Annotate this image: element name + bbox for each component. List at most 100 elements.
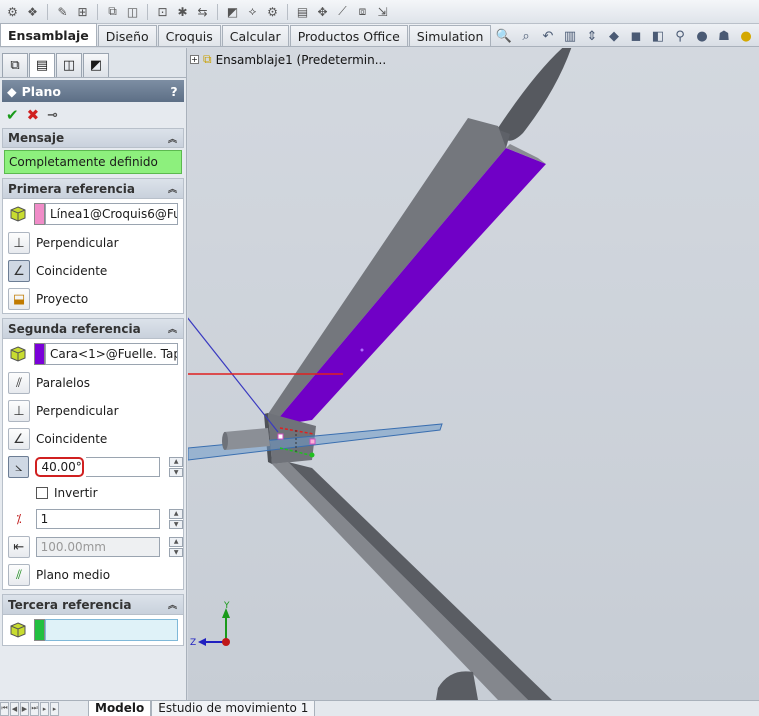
clearance-verification-icon[interactable]: ⇲ bbox=[374, 3, 391, 20]
second-reference-entity-field[interactable]: Cara<1>@Fuelle. Tapa-1 bbox=[45, 343, 178, 365]
last-tab-arrow-icon[interactable]: ⏭ bbox=[30, 701, 39, 716]
option-coincident-2[interactable]: Coincidente bbox=[36, 432, 107, 446]
first-reference-title[interactable]: Primera referencia ︽ bbox=[3, 179, 183, 199]
explode-line-sketch-icon[interactable]: ⟋ bbox=[334, 3, 351, 20]
face-marker bbox=[360, 348, 364, 352]
scroll-tab-icon[interactable]: ▸ bbox=[40, 701, 49, 716]
dynamic-annotation-icon[interactable]: ⇕ bbox=[583, 27, 601, 45]
lower-arm-side bbox=[288, 462, 552, 700]
zoom-to-area-icon[interactable]: ⌕ bbox=[517, 27, 535, 45]
rebuild-icon[interactable]: ⚙ bbox=[4, 3, 21, 20]
exploded-view-icon[interactable]: ✥ bbox=[314, 3, 331, 20]
option-project[interactable]: Proyecto bbox=[36, 292, 88, 306]
linear-pattern-icon[interactable]: ⊡ bbox=[154, 3, 171, 20]
parallel-icon[interactable]: ⫽ bbox=[8, 372, 30, 394]
pushpin-icon[interactable]: ⊸ bbox=[47, 108, 58, 123]
perpendicular-icon[interactable]: ⊥ bbox=[8, 232, 30, 254]
new-motion-study-icon[interactable]: ⚙ bbox=[264, 3, 281, 20]
offset-distance-icon[interactable]: ⇤ bbox=[8, 536, 30, 558]
options-icon[interactable]: ❖ bbox=[24, 3, 41, 20]
tab-motion-study[interactable]: Estudio de movimiento 1 bbox=[151, 700, 316, 716]
third-reference-entity-field[interactable] bbox=[45, 619, 178, 641]
collapse-chevron-icon[interactable]: ︽ bbox=[168, 132, 177, 145]
property-manager-tab[interactable]: ▤ bbox=[29, 53, 55, 77]
interference-detection-icon[interactable]: ⧈ bbox=[354, 3, 371, 20]
option-perpendicular[interactable]: Perpendicular bbox=[36, 236, 119, 250]
expand-icon[interactable]: + bbox=[190, 55, 199, 64]
first-reference-entity-field[interactable]: Línea1@Croquis6@Fuell bbox=[45, 203, 178, 225]
mate-icon[interactable]: ⧉ bbox=[104, 3, 121, 20]
next-tab-arrow-icon[interactable]: ▶ bbox=[20, 701, 29, 716]
invert-label[interactable]: Invertir bbox=[54, 486, 98, 500]
coincident-icon[interactable]: ∠ bbox=[8, 260, 30, 282]
toolbar-separator bbox=[217, 3, 218, 20]
previous-view-icon[interactable]: ↶ bbox=[539, 27, 557, 45]
option-perpendicular-2[interactable]: Perpendicular bbox=[36, 404, 119, 418]
scroll-tab-icon[interactable]: ▸ bbox=[50, 701, 59, 716]
message-group: Mensaje ︽ Completamente definido bbox=[2, 128, 184, 174]
perpendicular-icon[interactable]: ⊥ bbox=[8, 400, 30, 422]
message-group-title[interactable]: Mensaje ︽ bbox=[2, 128, 184, 148]
assembly-features-icon[interactable]: ◩ bbox=[224, 3, 241, 20]
entity-cube-icon bbox=[8, 204, 28, 224]
move-component-icon[interactable]: ⇆ bbox=[194, 3, 211, 20]
invert-checkbox[interactable] bbox=[36, 487, 48, 499]
first-tab-arrow-icon[interactable]: ⏮ bbox=[0, 701, 9, 716]
previous-tab-arrow-icon[interactable]: ◀ bbox=[10, 701, 19, 716]
apply-scene-icon[interactable]: ● bbox=[693, 27, 711, 45]
plane-count-input[interactable]: 1 bbox=[35, 509, 161, 529]
display-manager-tab[interactable]: ◩ bbox=[83, 53, 109, 77]
model-scene: Y Z bbox=[188, 48, 572, 700]
third-reference-title[interactable]: Tercera referencia ︽ bbox=[3, 595, 183, 615]
second-reference-title[interactable]: Segunda referencia ︽ bbox=[3, 319, 183, 339]
count-spinner[interactable]: ▲ ▼ bbox=[169, 509, 183, 529]
collapse-chevron-icon[interactable]: ︽ bbox=[168, 322, 177, 335]
option-parallel[interactable]: Paralelos bbox=[36, 376, 90, 390]
third-reference-group: Tercera referencia ︽ bbox=[2, 594, 184, 646]
collapse-chevron-icon[interactable]: ︽ bbox=[168, 598, 177, 611]
first-reference-group: Primera referencia ︽ Línea1@Croquis6@Fue… bbox=[2, 178, 184, 314]
bill-of-materials-icon[interactable]: ▤ bbox=[294, 3, 311, 20]
tab-productos-office[interactable]: Productos Office bbox=[289, 25, 408, 46]
edit-appearance-icon[interactable]: ⚲ bbox=[671, 27, 689, 45]
hide-show-items-icon[interactable]: ◧ bbox=[649, 27, 667, 45]
option-coincident[interactable]: Coincidente bbox=[36, 264, 107, 278]
propeller-blade bbox=[498, 48, 572, 141]
tree-root-label[interactable]: Ensamblaje1 (Predetermin... bbox=[216, 53, 387, 67]
view-orientation-icon[interactable]: ◆ bbox=[605, 27, 623, 45]
help-button[interactable]: ? bbox=[164, 84, 184, 99]
tab-simulation[interactable]: Simulation bbox=[408, 25, 492, 46]
project-icon[interactable]: ⬓ bbox=[8, 288, 30, 310]
tab-calcular[interactable]: Calcular bbox=[221, 25, 289, 46]
ok-check-icon[interactable]: ✔ bbox=[6, 106, 19, 124]
realview-icon[interactable]: ● bbox=[737, 27, 755, 45]
angle-icon[interactable]: ⦣ bbox=[8, 456, 30, 478]
collapse-chevron-icon[interactable]: ︽ bbox=[168, 182, 177, 195]
tab-ensamblaje[interactable]: Ensamblaje bbox=[0, 23, 97, 46]
offset-distance-input[interactable]: 100.00mm bbox=[35, 537, 161, 557]
display-style-icon[interactable]: ◼ bbox=[627, 27, 645, 45]
configuration-manager-tab[interactable]: ◫ bbox=[56, 53, 82, 77]
option-mid-plane[interactable]: Plano medio bbox=[36, 568, 110, 582]
zoom-to-fit-icon[interactable]: 🔍 bbox=[495, 27, 513, 45]
pencil-icon[interactable]: ✎ bbox=[54, 3, 71, 20]
mid-plane-icon[interactable]: ⫽ bbox=[8, 564, 30, 586]
angle-spinner[interactable]: ▲ ▼ bbox=[169, 457, 183, 477]
angle-input[interactable]: 40.00° bbox=[35, 457, 85, 477]
feature-manager-tab[interactable]: ⧉ bbox=[2, 53, 28, 77]
smart-fasteners-icon[interactable]: ✱ bbox=[174, 3, 191, 20]
tab-diseno[interactable]: Diseño bbox=[97, 25, 157, 46]
angle-input-extension[interactable] bbox=[86, 457, 161, 477]
cancel-x-icon[interactable]: ✖ bbox=[27, 106, 40, 124]
tab-croquis[interactable]: Croquis bbox=[157, 25, 221, 46]
distance-spinner[interactable]: ▲ ▼ bbox=[169, 537, 183, 557]
entity-cube-icon bbox=[8, 344, 28, 364]
coincident-icon[interactable]: ∠ bbox=[8, 428, 30, 450]
feature-tree-flyout[interactable]: + ⧉ Ensamblaje1 (Predetermin... bbox=[190, 52, 386, 67]
section-view-icon[interactable]: ▥ bbox=[561, 27, 579, 45]
tab-modelo[interactable]: Modelo bbox=[88, 700, 152, 716]
reference-geometry-icon[interactable]: ⟡ bbox=[244, 3, 261, 20]
insert-components-icon[interactable]: ⊞ bbox=[74, 3, 91, 20]
view-settings-icon[interactable]: ☗ bbox=[715, 27, 733, 45]
component-preview-icon[interactable]: ◫ bbox=[124, 3, 141, 20]
